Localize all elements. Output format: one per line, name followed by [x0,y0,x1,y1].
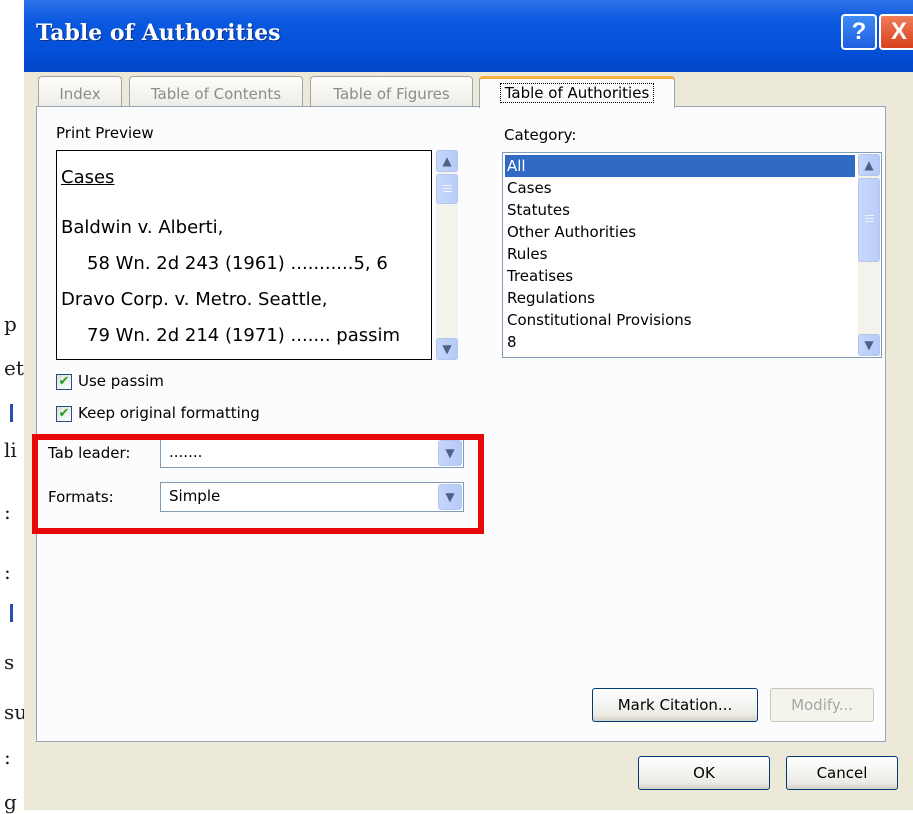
print-preview-box: Cases Baldwin v. Alberti, 58 Wn. 2d 243 … [56,150,432,360]
tab-index[interactable]: Index [38,76,122,110]
doc-fragment: : [4,500,11,524]
category-item-rules[interactable]: Rules [505,243,855,265]
category-item-cases[interactable]: Cases [505,177,855,199]
title-bar[interactable]: Table of Authorities ? X [24,0,913,72]
scroll-up-icon[interactable]: ▲ [436,150,458,172]
ok-button[interactable]: OK [638,756,770,790]
window-title: Table of Authorities [36,20,281,46]
tab-label: Table of Authorities [499,83,655,103]
cancel-button[interactable]: Cancel [786,756,898,790]
category-item-constitutional-provisions[interactable]: Constitutional Provisions [505,309,855,331]
preview-scrollbar[interactable]: ▲ ▼ [436,150,458,360]
category-label: Category: [504,126,577,144]
category-item-statutes[interactable]: Statutes [505,199,855,221]
help-icon[interactable]: ? [841,14,877,50]
doc-fragment: et [4,356,24,380]
use-passim-checkbox[interactable]: ✔ [56,374,72,390]
doc-link-mark [10,404,13,422]
doc-fragment: li [4,438,17,462]
print-preview-label: Print Preview [56,124,154,142]
preview-heading: Cases [61,167,115,188]
category-listbox[interactable]: All Cases Statutes Other Authorities Rul… [502,152,882,358]
preview-line: 58 Wn. 2d 243 (1961) ...........5, 6 [87,253,388,274]
doc-fragment: : [4,560,11,584]
table-of-authorities-dialog: Table of Authorities ? X Index Table of … [24,0,913,810]
tab-table-of-authorities[interactable]: Table of Authorities [479,76,675,108]
highlight-annotation [32,434,484,534]
category-scrollbar[interactable]: ▲ ▼ [858,154,880,356]
close-icon[interactable]: X [879,14,913,50]
preview-line: Dravo Corp. v. Metro. Seattle, [61,289,328,310]
doc-fragment: g [4,790,17,814]
keep-formatting-checkbox[interactable]: ✔ [56,406,72,422]
scroll-down-icon[interactable]: ▼ [436,338,458,360]
scroll-thumb[interactable] [436,174,458,204]
preview-line: 79 Wn. 2d 214 (1971) ....... passim [87,325,401,346]
modify-button[interactable]: Modify... [770,688,874,722]
doc-fragment: s [4,650,15,674]
dialog-client-area: Index Table of Contents Table of Figures… [24,72,913,810]
tab-table-of-figures[interactable]: Table of Figures [310,76,473,110]
keep-formatting-label: Keep original formatting [78,404,260,422]
category-item-8[interactable]: 8 [505,331,855,353]
doc-fragment: : [4,745,11,769]
document-background: p et li : : s su : g [0,0,27,814]
tab-table-of-contents[interactable]: Table of Contents [129,76,303,110]
doc-fragment: p [4,312,17,336]
mark-citation-button[interactable]: Mark Citation... [592,688,758,722]
category-item-treatises[interactable]: Treatises [505,265,855,287]
scroll-up-icon[interactable]: ▲ [858,154,880,176]
use-passim-label: Use passim [78,372,164,390]
category-item-other-authorities[interactable]: Other Authorities [505,221,855,243]
preview-line: Baldwin v. Alberti, [61,217,224,238]
doc-link-mark [10,604,13,622]
scroll-thumb[interactable] [858,178,880,262]
category-item-regulations[interactable]: Regulations [505,287,855,309]
category-item-all[interactable]: All [505,155,855,177]
scroll-down-icon[interactable]: ▼ [858,334,880,356]
